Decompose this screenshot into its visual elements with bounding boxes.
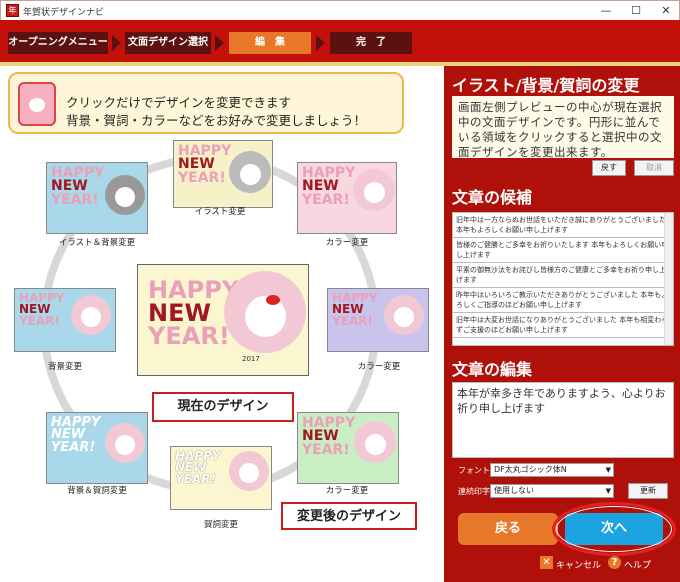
list-item[interactable]: 旧年中は一方ならぬお世話をいただき誠にありがとうございました 本年もよろしくお願… bbox=[453, 213, 673, 238]
app-cancel-link[interactable]: キャンセル bbox=[556, 558, 601, 571]
window-title: 年賀状デザインナビ bbox=[23, 8, 105, 18]
minimize-button[interactable]: — bbox=[591, 1, 621, 21]
step-arrow-icon bbox=[112, 35, 121, 51]
candidate-list[interactable]: 旧年中は一方ならぬお世話をいただき誠にありがとうございました 本年もよろしくお願… bbox=[452, 212, 674, 346]
rooster-illust-icon bbox=[71, 295, 111, 335]
card-bg-change[interactable]: HAPPY NEW YEAR! bbox=[14, 288, 116, 352]
card-greeting-change[interactable]: HAPPY NEW YEAR! bbox=[170, 446, 272, 510]
card-illust-bg-change[interactable]: HAPPY NEW YEAR! bbox=[46, 162, 148, 234]
step-design-select[interactable]: 文面デザイン選択 bbox=[125, 32, 211, 54]
list-item[interactable]: 皆様のご健勝とご多幸をお祈りいたします 本年もよろしくお願い申し上げます bbox=[453, 238, 673, 263]
maximize-button[interactable]: ☐ bbox=[621, 1, 651, 21]
rooster-illust-icon bbox=[229, 151, 271, 193]
rooster-illust-icon bbox=[224, 271, 306, 353]
cancel-change-button[interactable]: 取消 bbox=[634, 160, 674, 176]
tip-line-1: クリックだけでデザインを変更できます bbox=[66, 95, 292, 110]
section-title-edit: 文章の編集 bbox=[452, 360, 533, 379]
title-bar: 年 年賀状デザインナビ — ☐ ✕ bbox=[0, 0, 680, 20]
label-after-design: 変更後のデザイン bbox=[281, 502, 417, 530]
card-caption: イラスト変更 bbox=[194, 207, 246, 217]
mascot-icon bbox=[18, 82, 56, 126]
section-title-change: イラスト/背景/賀詞の変更 bbox=[452, 76, 640, 95]
card-color-change-3[interactable]: HAPPY NEW YEAR! bbox=[297, 412, 399, 484]
rooster-illust-icon bbox=[229, 451, 269, 491]
chevron-down-icon: ▼ bbox=[605, 487, 611, 495]
card-caption: イラスト＆背景変更 bbox=[58, 238, 136, 248]
help-link[interactable]: ヘルプ bbox=[624, 558, 651, 571]
rooster-illust-icon bbox=[384, 295, 424, 335]
tip-line-2: 背景・賀詞・カラーなどをお好みで変更しましょう！ bbox=[66, 113, 367, 128]
comb-shape bbox=[266, 295, 280, 305]
rooster-illust-icon bbox=[354, 421, 396, 463]
card-color-change-2[interactable]: HAPPY NEW YEAR! bbox=[327, 288, 429, 352]
rooster-illust-icon bbox=[105, 175, 145, 215]
step-navigation: オープニングメニュー 文面デザイン選択 編 集 完 了 bbox=[0, 20, 680, 66]
continuous-print-label: 連続印字 bbox=[458, 487, 490, 496]
step-opening-menu[interactable]: オープニングメニュー bbox=[8, 32, 108, 54]
step-arrow-icon bbox=[316, 35, 325, 51]
card-caption: 背景＆賀詞変更 bbox=[67, 486, 127, 496]
rooster-illust-icon bbox=[105, 423, 145, 463]
list-item[interactable]: 旧年中は大変お世話になりありがとうございました 本年も相変わらずご支援のほどお願… bbox=[453, 313, 673, 338]
label-current-design: 現在のデザイン bbox=[152, 392, 294, 422]
app-icon: 年 bbox=[6, 4, 19, 17]
message-edit-field[interactable]: 本年が幸多き年でありますよう、心よりお祈り申し上げます bbox=[452, 382, 674, 458]
undo-button[interactable]: 戻す bbox=[592, 160, 626, 176]
step-complete[interactable]: 完 了 bbox=[330, 32, 412, 54]
help-icon[interactable]: ? bbox=[608, 556, 621, 569]
card-current-design[interactable]: HAPPY NEW YEAR! 2017 bbox=[137, 264, 309, 376]
card-caption: カラー変更 bbox=[325, 486, 369, 496]
tip-bubble: クリックだけでデザインを変更できます 背景・賀詞・カラーなどをお好みで変更しまし… bbox=[8, 72, 404, 134]
back-button[interactable]: 戻る bbox=[458, 513, 558, 545]
preview-area: クリックだけでデザインを変更できます 背景・賀詞・カラーなどをお好みで変更しまし… bbox=[0, 66, 444, 582]
continuous-print-select[interactable]: 使用しない ▼ bbox=[490, 484, 614, 498]
update-button[interactable]: 更新 bbox=[628, 483, 668, 499]
step-arrow-icon bbox=[215, 35, 224, 51]
card-year: 2017 bbox=[242, 355, 260, 363]
card-caption: 賀詞変更 bbox=[203, 520, 238, 530]
card-caption: カラー変更 bbox=[325, 238, 369, 248]
step-edit[interactable]: 編 集 bbox=[229, 32, 311, 54]
candidate-scrollbar[interactable] bbox=[664, 213, 673, 345]
font-select[interactable]: DF太丸ゴシック体N ▼ bbox=[490, 463, 614, 477]
highlight-circle-inner bbox=[556, 506, 672, 552]
edit-panel: イラスト/背景/賀詞の変更 画面左側プレビューの中心が現在選択中の文面デザインで… bbox=[444, 66, 680, 582]
card-bg-greeting-change[interactable]: HAPPY NEW YEAR! bbox=[46, 412, 148, 484]
chevron-down-icon: ▼ bbox=[605, 466, 611, 474]
rooster-illust-icon bbox=[353, 169, 395, 211]
card-caption: カラー変更 bbox=[357, 362, 401, 372]
font-label: フォント bbox=[458, 466, 490, 475]
list-item[interactable]: 平素の御無沙汰をお詫びし皆様方のご健康とご多幸をお祈り申し上げます bbox=[453, 263, 673, 288]
list-item[interactable]: 昨年中はいろいろご教示いただきありがとうございました 本年もよろしくご指導のほど… bbox=[453, 288, 673, 313]
card-color-change-1[interactable]: HAPPY NEW YEAR! bbox=[297, 162, 397, 234]
card-illust-change[interactable]: HAPPY NEW YEAR! bbox=[173, 140, 273, 208]
section-title-candidates: 文章の候補 bbox=[452, 188, 533, 207]
change-description: 画面左側プレビューの中心が現在選択中の文面デザインです。円形に並んでいる領域をク… bbox=[452, 96, 674, 159]
close-button[interactable]: ✕ bbox=[651, 1, 680, 21]
cancel-icon[interactable]: ✕ bbox=[540, 556, 553, 569]
card-caption: 背景変更 bbox=[47, 362, 82, 372]
